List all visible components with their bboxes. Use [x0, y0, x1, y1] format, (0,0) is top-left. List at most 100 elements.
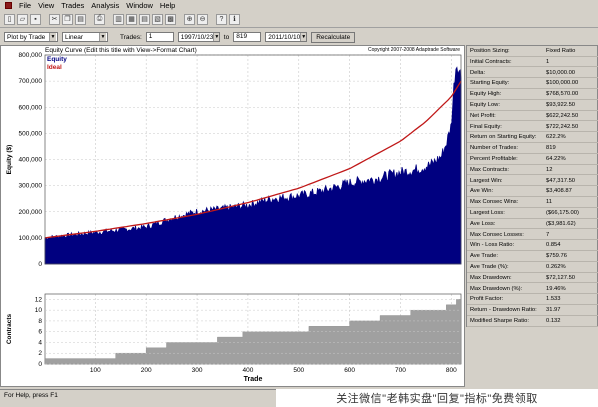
chevron-down-icon: ▼ — [213, 33, 220, 41]
stat-row: Equity High: $768,570.00 — [467, 89, 598, 100]
cut-icon[interactable]: ✂ — [49, 13, 60, 25]
stat-row: Max Consec Wins: 11 — [467, 197, 598, 208]
equity-series — [44, 66, 462, 265]
print-icon[interactable]: ⎙ — [94, 13, 105, 25]
new-icon[interactable]: ▯ — [4, 13, 15, 25]
stat-row: Max Drawdown: $72,127.50 — [467, 273, 598, 284]
save-icon[interactable]: ▪ — [30, 13, 41, 25]
stat-row: Largest Loss: ($66,175.00) — [467, 208, 598, 219]
stat-value: 819 — [546, 145, 556, 152]
menu-bar: File View Trades Analysis Window Help — [0, 0, 598, 11]
plot-by-select[interactable]: Plot by Trade ▼ — [4, 32, 58, 42]
stat-value: $759.76 — [546, 253, 567, 260]
stat-label: Position Sizing: — [470, 48, 510, 54]
menu-trades[interactable]: Trades — [61, 1, 84, 10]
stat-label: Equity High: — [470, 91, 502, 98]
about-icon[interactable]: ℹ — [229, 13, 240, 25]
contracts-tick-label: 10 — [35, 307, 43, 314]
stat-row: Max Consec Losses: 7 — [467, 230, 598, 241]
grid-icon[interactable]: ▩ — [165, 13, 176, 25]
stat-value: ($3,981.62) — [546, 220, 576, 227]
chart-title[interactable]: Equity Curve (Edit this title with View-… — [45, 47, 197, 54]
recalculate-button[interactable]: Recalculate — [311, 31, 356, 43]
stat-label: Return on Starting Equity: — [470, 134, 537, 141]
stat-label: Max Consec Wins: — [470, 199, 519, 206]
paste-icon[interactable]: ▤ — [75, 13, 86, 25]
stats-panel: Position Sizing: Fixed Ratio Initial Contr… — [466, 45, 598, 327]
menu-file[interactable]: File — [19, 1, 31, 10]
stat-value: $722,242.50 — [546, 123, 579, 130]
zoom-in-icon[interactable]: ⊕ — [184, 13, 195, 25]
copy-icon[interactable]: ❐ — [62, 13, 73, 25]
y-tick-label: 0 — [38, 261, 42, 268]
help-icon[interactable]: ? — [216, 13, 227, 25]
to-label: to — [223, 33, 230, 41]
report-icon[interactable]: ▧ — [152, 13, 163, 25]
x-tick-label: 800 — [446, 367, 457, 374]
y-tick-label: 200,000 — [19, 209, 43, 216]
stat-row: Return on Starting Equity: 622.2% — [467, 132, 598, 143]
stat-value: $622,242.50 — [546, 112, 579, 119]
stat-value: $100,000.00 — [546, 80, 579, 87]
stat-value: $47,317.50 — [546, 177, 576, 184]
stat-row: Final Equity: $722,242.50 — [467, 122, 598, 133]
contracts-axis-label: Contracts — [6, 313, 13, 344]
scale-select[interactable]: Linear ▼ — [62, 32, 108, 42]
stat-row: Initial Contracts: 1 — [467, 57, 598, 68]
stat-label: Equity Low: — [470, 102, 500, 108]
stat-value: $10,000.00 — [546, 69, 576, 76]
stat-label: Max Contracts: — [470, 166, 509, 173]
trades-from-input[interactable]: 1 — [145, 32, 174, 42]
stat-row: Max Drawdown (%): 19.46% — [467, 284, 598, 295]
app-window: File View Trades Analysis Window Help ▯ … — [0, 0, 598, 407]
menu-help[interactable]: Help — [160, 1, 175, 10]
x-tick-label: 100 — [90, 367, 101, 374]
stat-value: 19.46% — [546, 285, 566, 292]
stat-value: 1 — [546, 58, 550, 65]
menu-view[interactable]: View — [38, 1, 54, 10]
trades-to-input[interactable]: 819 — [233, 32, 262, 42]
chart-copyright: Copyright 2007-2008 Adaptrade Software — [367, 47, 460, 53]
stat-row: Ave Loss: ($3,981.62) — [467, 219, 598, 230]
control-bar: Plot by Trade ▼ Linear ▼ Trades: 1 1997/… — [0, 30, 598, 44]
stat-value: 7 — [546, 231, 550, 238]
stat-value: $72,127.50 — [546, 274, 576, 281]
stat-label: Percent Profitable: — [470, 156, 518, 162]
chart-icon[interactable]: ▥ — [113, 13, 124, 25]
date-from-select[interactable]: 1997/10/23 ▼ — [177, 32, 220, 42]
app-logo-icon — [5, 2, 12, 9]
chart-canvas: 0 100,000 200,000 300,000 400,000 500,000 600,… — [6, 52, 462, 383]
stat-label: Largest Loss: — [470, 210, 505, 216]
open-icon[interactable]: ▱ — [17, 13, 28, 25]
date-to-value: 2011/10/10 — [268, 33, 301, 41]
contracts-tick-label: 12 — [35, 296, 43, 303]
stat-label: Max Consec Losses: — [470, 231, 524, 238]
stat-value: 31.97 — [546, 307, 561, 314]
x-tick-label: 500 — [293, 367, 304, 374]
stat-label: Ave Loss: — [470, 220, 496, 227]
stat-label: Ave Trade (%): — [470, 264, 509, 270]
chevron-down-icon: ▼ — [300, 33, 307, 41]
stat-label: Net Profit: — [470, 112, 496, 119]
y-tick-label: 700,000 — [19, 78, 43, 85]
scale-value: Linear — [65, 33, 84, 41]
menu-analysis[interactable]: Analysis — [91, 1, 119, 10]
contracts-tick-label: 0 — [38, 361, 42, 368]
stat-label: Return - Drawdown Ratio: — [470, 307, 537, 314]
stat-row: Percent Profitable: 64.22% — [467, 154, 598, 165]
stat-value: 11 — [546, 199, 553, 206]
menu-window[interactable]: Window — [126, 1, 153, 10]
stat-label: Ave Win: — [470, 188, 494, 195]
date-to-select[interactable]: 2011/10/10 ▼ — [265, 32, 308, 42]
legend-equity: Equity — [47, 56, 67, 63]
stat-row: Ave Trade: $759.76 — [467, 251, 598, 262]
stat-value: 1.533 — [546, 296, 561, 303]
table-icon[interactable]: ▦ — [126, 13, 137, 25]
stat-row: Largest Win: $47,317.50 — [467, 176, 598, 187]
stat-row: Win - Loss Ratio: 0.854 — [467, 240, 598, 251]
stat-row: Modified Sharpe Ratio: 0.132 — [467, 316, 598, 327]
y-tick-label: 400,000 — [19, 157, 43, 164]
summary-icon[interactable]: ▤ — [139, 13, 150, 25]
zoom-out-icon[interactable]: ⊖ — [197, 13, 208, 25]
stat-label: Initial Contracts: — [470, 58, 512, 65]
